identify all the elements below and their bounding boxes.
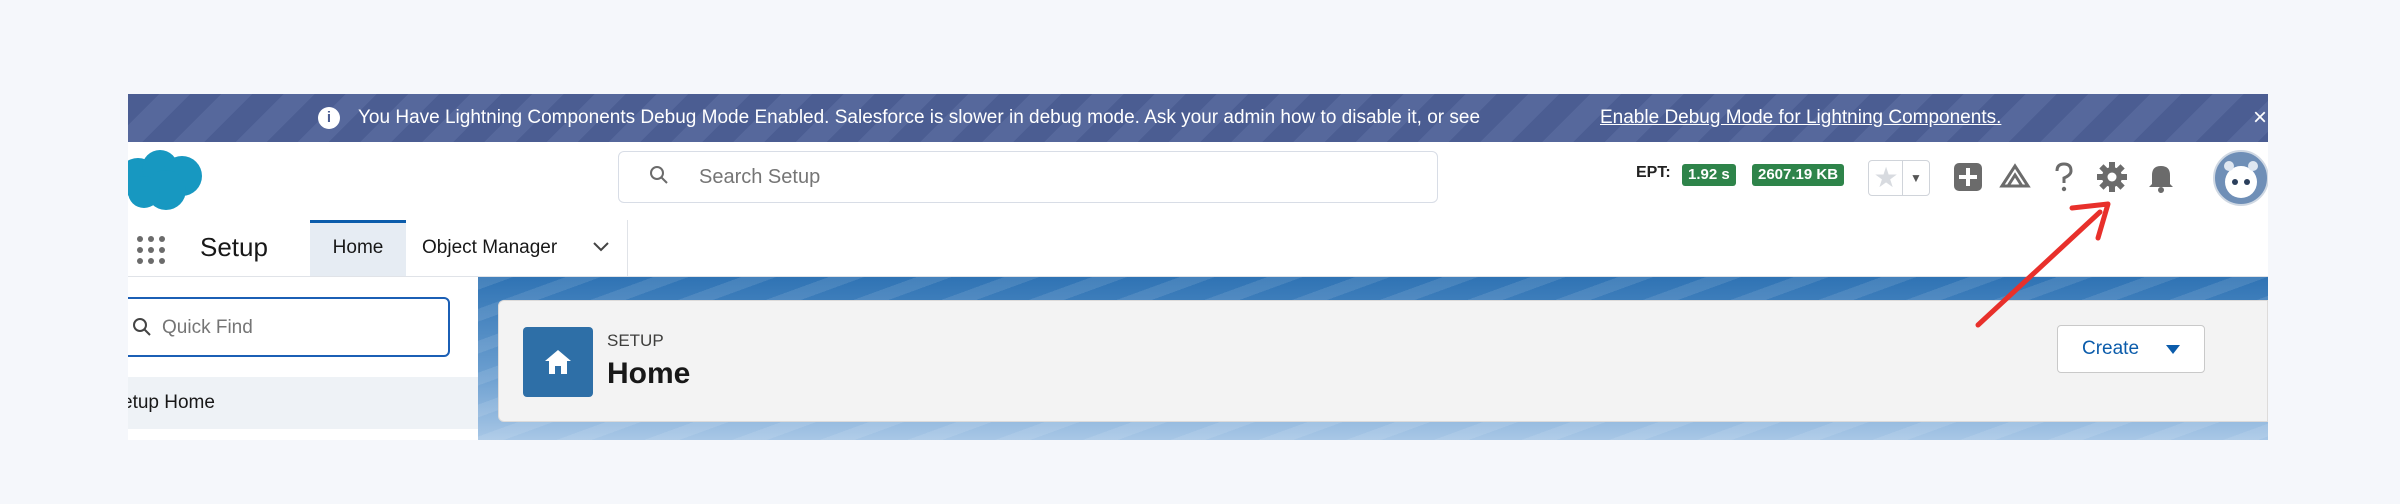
ept-size-badge: 2607.19 KB: [1752, 164, 1845, 186]
setup-search[interactable]: [618, 151, 1438, 203]
setup-nav-bar: Setup Home Object Manager: [128, 220, 2268, 277]
app-launcher-icon[interactable]: [134, 233, 168, 267]
gear-icon[interactable]: [2095, 160, 2129, 194]
create-button[interactable]: Create: [2057, 325, 2205, 373]
info-icon: i: [318, 107, 340, 129]
banner-message: You Have Lightning Components Debug Mode…: [358, 107, 1481, 128]
star-icon: ★: [1873, 162, 1899, 193]
favorites-dropdown-button[interactable]: ▼: [1902, 160, 1930, 196]
page-header: SETUP Home Create: [498, 300, 2268, 422]
page-title: Home: [607, 357, 691, 390]
debug-mode-banner: i You Have Lightning Components Debug Mo…: [128, 94, 2268, 142]
home-icon: [545, 350, 571, 374]
search-icon: [133, 318, 151, 336]
chevron-down-icon: ▼: [1910, 171, 1922, 185]
bell-icon[interactable]: [2144, 160, 2178, 194]
app-name: Setup: [200, 232, 268, 262]
global-header: EPT: 1.92 s 2607.19 KB ★ ▼: [128, 142, 2268, 220]
sidebar-item-setup-home[interactable]: etup Home: [128, 377, 478, 429]
astro-avatar-icon: [2224, 161, 2258, 198]
search-icon: [650, 166, 668, 184]
trailhead-icon[interactable]: [1998, 160, 2032, 194]
tab-home[interactable]: Home: [310, 220, 406, 276]
ept-label: EPT:: [1636, 164, 1671, 181]
quick-find-input[interactable]: [160, 312, 424, 344]
create-button-label: Create: [2082, 338, 2140, 359]
avatar[interactable]: [2213, 150, 2268, 206]
salesforce-window: i You Have Lightning Components Debug Mo…: [128, 94, 2268, 440]
search-input[interactable]: [697, 162, 1401, 192]
chevron-down-icon[interactable]: [592, 240, 610, 254]
salesforce-logo[interactable]: [128, 148, 208, 214]
close-icon[interactable]: ×: [2253, 104, 2267, 132]
help-icon[interactable]: [2047, 160, 2081, 194]
ept-time-badge: 1.92 s: [1682, 164, 1736, 186]
favorites-star-button[interactable]: ★: [1868, 160, 1904, 196]
tab-object-manager[interactable]: Object Manager: [406, 220, 628, 276]
tab-label: Object Manager: [422, 237, 558, 258]
page-eyebrow: SETUP: [607, 331, 664, 350]
quick-find[interactable]: [128, 297, 450, 357]
add-icon[interactable]: [1951, 160, 1985, 194]
tab-label: Home: [332, 237, 384, 258]
home-icon-tile: [523, 327, 593, 397]
sidebar-item-label: etup Home: [128, 392, 215, 413]
enable-debug-mode-link[interactable]: Enable Debug Mode for Lightning Componen…: [1600, 107, 2001, 129]
caret-down-icon: [2166, 345, 2180, 354]
setup-sidebar: etup Home: [128, 277, 478, 440]
